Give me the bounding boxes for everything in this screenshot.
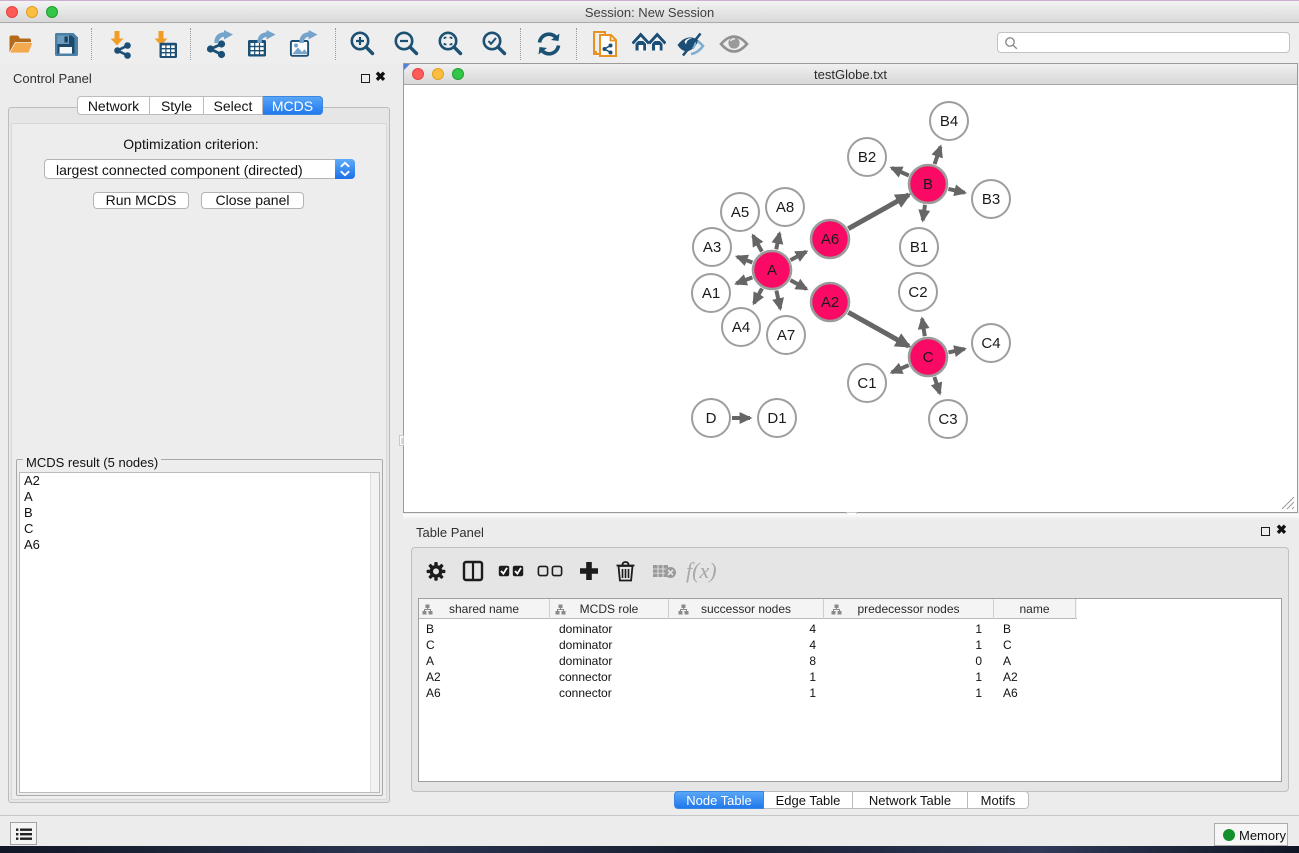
svg-text:B1: B1 [910, 239, 928, 256]
svg-text:B2: B2 [858, 149, 876, 166]
svg-text:C4: C4 [981, 335, 1000, 352]
svg-text:A6: A6 [821, 231, 839, 248]
svg-text:A1: A1 [702, 285, 720, 302]
svg-text:D1: D1 [767, 410, 786, 427]
svg-text:B: B [923, 176, 933, 193]
svg-text:C3: C3 [938, 411, 957, 428]
svg-text:B4: B4 [940, 113, 958, 130]
svg-text:A5: A5 [731, 204, 749, 221]
svg-text:D: D [706, 410, 717, 427]
svg-text:C2: C2 [908, 284, 927, 301]
svg-text:A3: A3 [703, 239, 721, 256]
svg-text:A8: A8 [776, 199, 794, 216]
svg-text:B3: B3 [982, 191, 1000, 208]
svg-text:A2: A2 [821, 294, 839, 311]
svg-text:A: A [767, 262, 777, 279]
svg-text:A4: A4 [732, 319, 750, 336]
svg-text:A7: A7 [777, 327, 795, 344]
svg-text:C: C [923, 349, 934, 366]
svg-text:C1: C1 [857, 375, 876, 392]
